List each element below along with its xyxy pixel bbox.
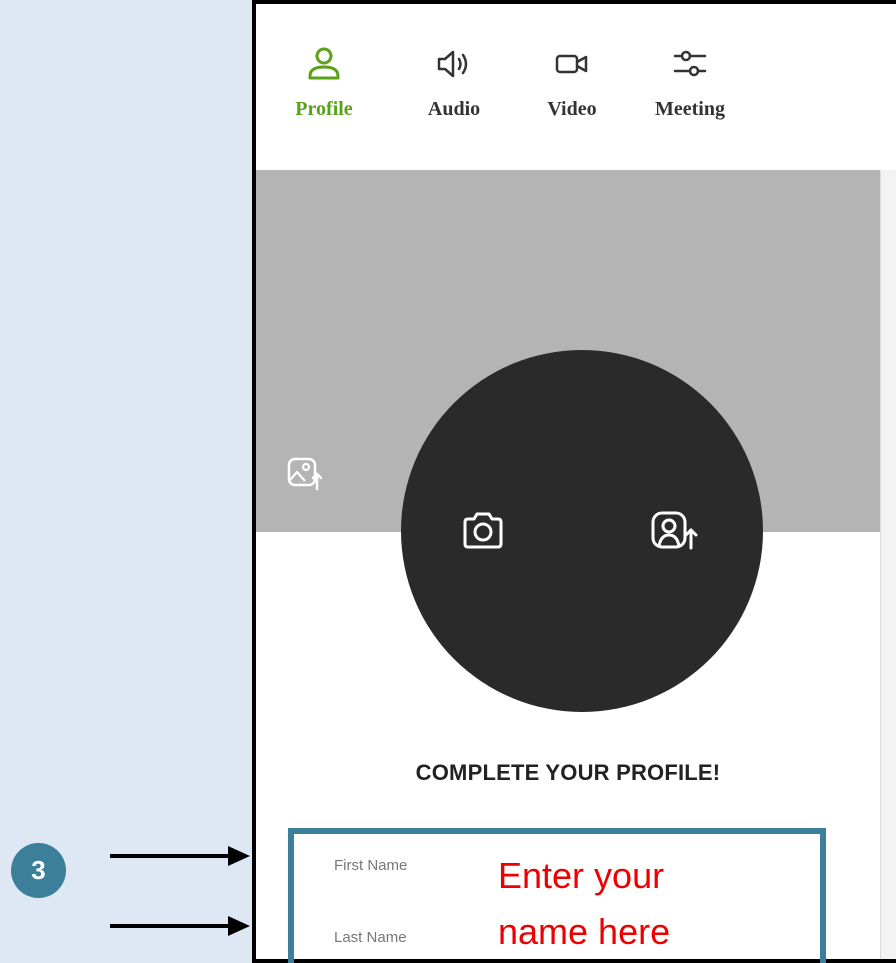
avatar <box>401 350 763 712</box>
speaker-icon <box>437 50 468 78</box>
upload-photo-icon[interactable] <box>648 506 698 556</box>
settings-tab-bar: Profile Audio Video Meeting <box>256 4 896 171</box>
tab-profile-label: Profile <box>295 98 353 120</box>
callout-line-2: name here <box>498 911 671 952</box>
callout-line-1: Enter your <box>498 855 665 896</box>
user-icon <box>308 47 340 80</box>
callout-text: Enter your name here <box>498 848 670 960</box>
scrollbar-track[interactable] <box>880 170 896 959</box>
tab-meeting[interactable]: Meeting <box>640 44 740 121</box>
settings-window: Profile Audio Video Meeting COMPLETE YOU… <box>252 0 896 963</box>
arrow-to-first-name-icon <box>110 846 250 866</box>
sliders-icon <box>673 50 707 77</box>
tab-audio-label: Audio <box>427 98 481 120</box>
tab-audio[interactable]: Audio <box>404 44 504 121</box>
tab-meeting-label: Meeting <box>655 98 725 120</box>
upload-cover-photo-icon[interactable] <box>286 456 322 492</box>
step-badge: 3 <box>11 843 66 898</box>
arrow-to-last-name-icon <box>110 916 250 936</box>
tab-profile[interactable]: Profile <box>274 44 374 121</box>
tab-video-label: Video <box>547 98 597 120</box>
camera-icon[interactable] <box>458 506 508 556</box>
video-camera-icon <box>555 54 588 74</box>
tab-video[interactable]: Video <box>522 44 622 121</box>
complete-profile-heading: COMPLETE YOUR PROFILE! <box>415 760 721 785</box>
